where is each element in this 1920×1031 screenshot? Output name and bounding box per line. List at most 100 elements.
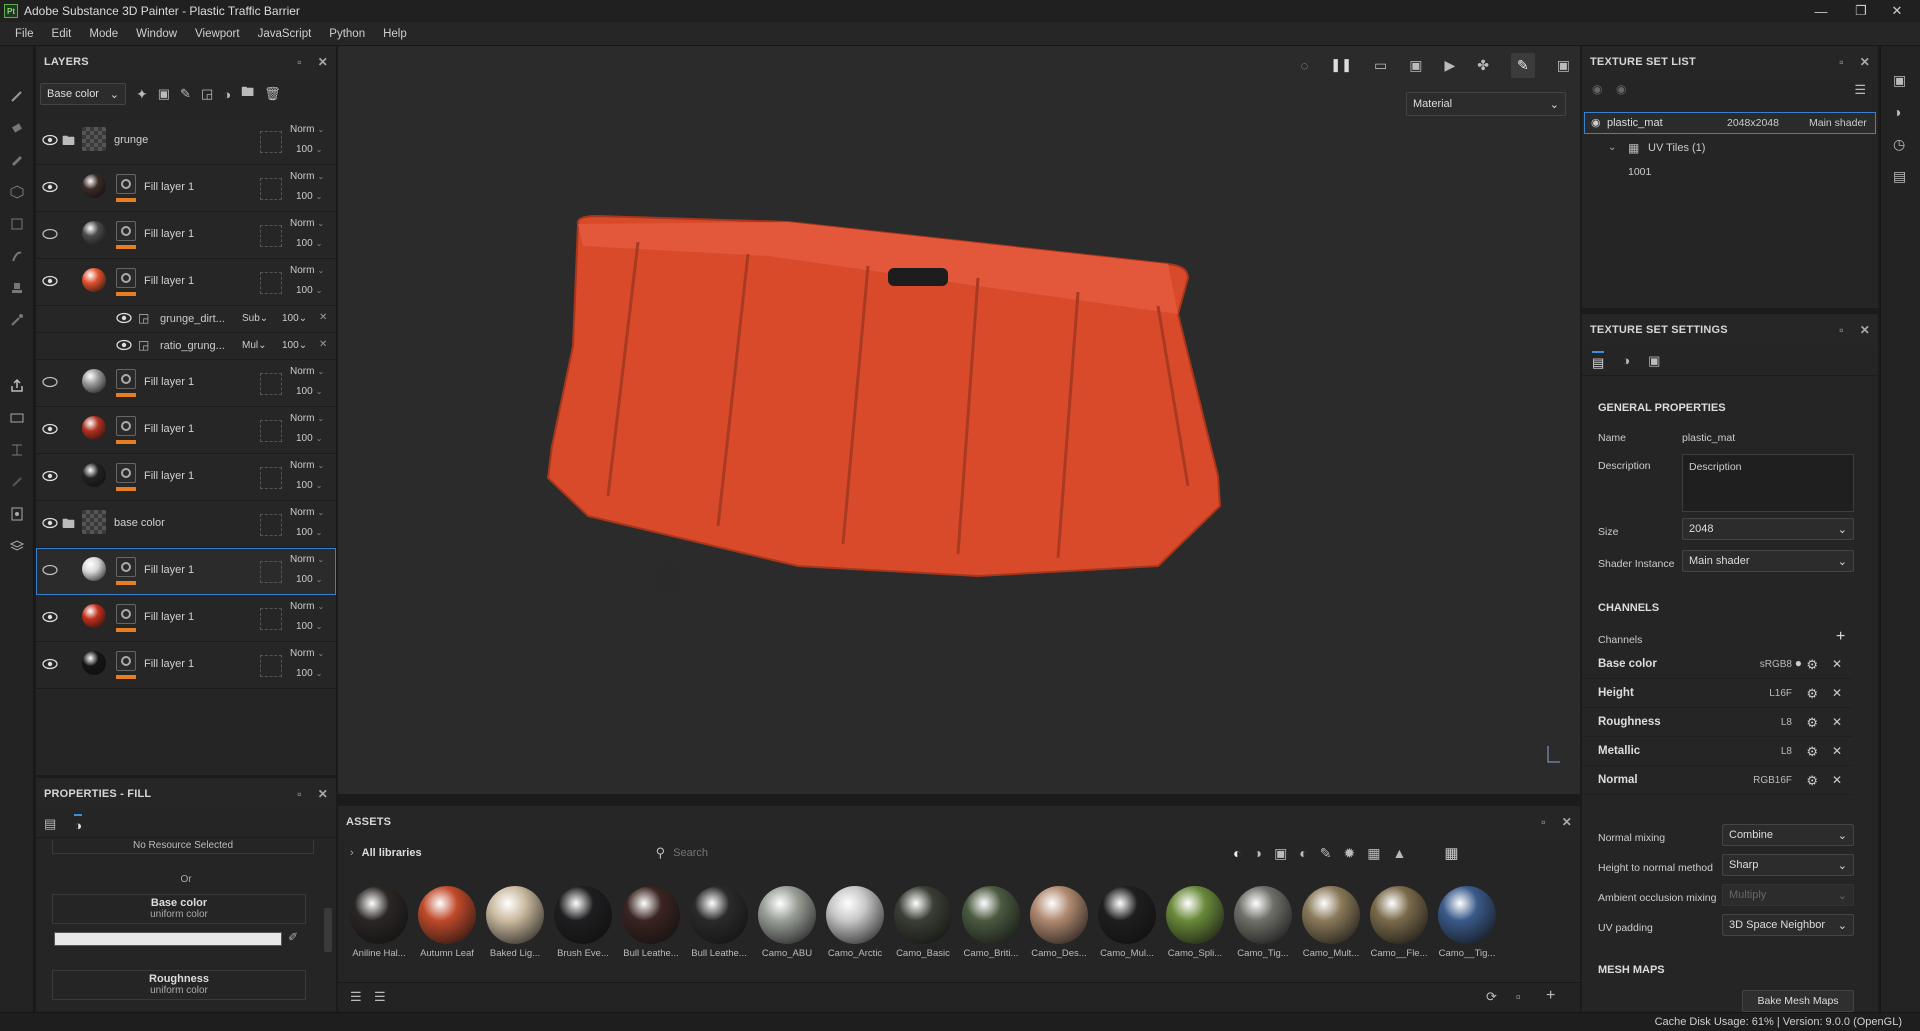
filter-material-icon[interactable]: ◐ <box>1233 845 1241 861</box>
remove-channel-icon[interactable]: ✕ <box>1832 744 1842 758</box>
collapse-icon[interactable]: ☰ <box>350 989 362 1005</box>
eye-icon[interactable] <box>42 517 58 532</box>
normal-mixing-select[interactable]: Combine ⌄ <box>1722 824 1854 846</box>
gear-icon[interactable]: ⚙ <box>1806 657 1818 673</box>
menu-icon[interactable]: ☰ <box>1854 82 1866 98</box>
material-thumbnail[interactable]: Camo_Tig... <box>1234 886 1292 959</box>
fill-mask-icon[interactable] <box>116 651 136 671</box>
menu-viewport[interactable]: Viewport <box>186 28 249 40</box>
filter-particle-icon[interactable]: ✹ <box>1344 845 1356 862</box>
channel-format[interactable]: RGB16F <box>1753 775 1792 786</box>
shader-settings-icon[interactable] <box>7 536 27 556</box>
add-effect-icon[interactable]: ✦ <box>136 86 148 103</box>
library-selector[interactable]: All libraries <box>362 847 422 859</box>
settings-tab-icon[interactable]: ▤ <box>1592 350 1605 371</box>
remove-effect-icon[interactable]: ✕ <box>319 339 327 350</box>
layer-mask-slot[interactable] <box>260 373 282 395</box>
layer-row[interactable]: Fill layer 1 Norm ⌄ 100 ⌄ <box>36 212 336 259</box>
chevron-down-icon[interactable]: ⌄ <box>1608 142 1616 153</box>
material-thumbnail[interactable]: Bull Leathe... <box>690 886 748 959</box>
layer-mask-slot[interactable] <box>260 608 282 630</box>
eraser-icon[interactable] <box>7 118 27 138</box>
texture-set-icon[interactable]: ▣ <box>1893 72 1906 89</box>
eye-icon[interactable] <box>116 312 132 327</box>
material-thumbnail[interactable]: Aniline Hal... <box>350 886 408 959</box>
opacity-value[interactable]: 100 ⌄ <box>296 386 322 397</box>
close-window-icon[interactable]: ✕ <box>1882 0 1912 22</box>
channel-row[interactable]: Metallic L8 ⚙ ✕ <box>1582 737 1852 766</box>
layer-row[interactable]: Fill layer 1 Norm ⌄ 100 ⌄ <box>36 642 336 689</box>
close-panel-icon[interactable]: ✕ <box>318 787 328 801</box>
eyedropper-icon[interactable]: ✐ <box>288 930 298 944</box>
fill-mask-icon[interactable] <box>116 174 136 194</box>
layer-mask-slot[interactable] <box>260 655 282 677</box>
remove-channel-icon[interactable]: ✕ <box>1832 715 1842 729</box>
filter-environment-icon[interactable]: ▲ <box>1392 845 1406 861</box>
delete-layer-icon[interactable]: 🗑 <box>264 86 281 102</box>
assets-search-input[interactable] <box>673 842 1230 864</box>
material-thumbnail[interactable]: Baked Lig... <box>486 886 544 959</box>
material-thumbnail[interactable]: Bull Leathe... <box>622 886 680 959</box>
measure-icon[interactable] <box>7 440 27 460</box>
polygon-fill-icon[interactable] <box>7 214 27 234</box>
effect-opacity[interactable]: 100⌄ <box>282 313 307 324</box>
menu-python[interactable]: Python <box>320 28 374 40</box>
layer-folder[interactable]: 🖿 grunge Norm ⌄ 100 ⌄ <box>36 118 336 165</box>
eye-icon[interactable]: ◉ <box>1591 116 1601 129</box>
shader-instance-select[interactable]: Main shader ⌄ <box>1682 550 1854 572</box>
material-thumbnail[interactable]: Camo_Basic <box>894 886 952 959</box>
material-thumbnail[interactable]: Brush Eve... <box>554 886 612 959</box>
uv-padding-select[interactable]: 3D Space Neighbor ⌄ <box>1722 914 1854 936</box>
eye-icon[interactable] <box>42 423 58 438</box>
base-color-swatch[interactable] <box>54 932 282 946</box>
remove-channel-icon[interactable]: ✕ <box>1832 657 1842 671</box>
material-thumbnail[interactable]: Autumn Leaf <box>418 886 476 959</box>
blend-mode-select[interactable]: Norm ⌄ <box>290 413 324 424</box>
add-paint-layer-icon[interactable]: ✎ <box>180 86 191 102</box>
add-fill-layer-icon[interactable]: ◲ <box>201 86 213 102</box>
fill-mask-icon[interactable] <box>116 463 136 483</box>
blend-mode-select[interactable]: Norm ⌄ <box>290 601 324 612</box>
material-thumbnail[interactable]: Camo__Tig... <box>1438 886 1496 959</box>
menu-javascript[interactable]: JavaScript <box>249 28 321 40</box>
settings-scrollbar[interactable] <box>1870 318 1876 1008</box>
layer-mask-slot[interactable] <box>260 514 282 536</box>
blend-mode-select[interactable]: Norm ⌄ <box>290 554 324 565</box>
list-icon[interactable]: ☰ <box>374 989 386 1005</box>
undock-icon[interactable]: ▫ <box>297 55 301 69</box>
eye-icon[interactable] <box>42 376 58 391</box>
remove-effect-icon[interactable]: ✕ <box>319 312 327 323</box>
blend-mode-select[interactable]: Norm ⌄ <box>290 366 324 377</box>
menu-window[interactable]: Window <box>127 28 186 40</box>
eye-icon[interactable] <box>42 275 58 290</box>
layer-mask-slot[interactable] <box>260 178 282 200</box>
channel-format[interactable]: L16F <box>1769 688 1792 699</box>
add-channel-icon[interactable]: + <box>1836 628 1845 646</box>
opacity-value[interactable]: 100 ⌄ <box>296 144 322 155</box>
effect-row[interactable]: ◲ grunge_dirt... Sub⌄ 100⌄ ✕ <box>36 306 336 333</box>
layer-mask-slot[interactable] <box>260 561 282 583</box>
material-thumbnail[interactable]: Camo_Mult... <box>1302 886 1360 959</box>
close-panel-icon[interactable]: ✕ <box>1860 55 1870 69</box>
material-thumbnail[interactable]: Camo_Briti... <box>962 886 1020 959</box>
menu-help[interactable]: Help <box>374 28 416 40</box>
menu-file[interactable]: File <box>6 28 43 40</box>
add-smart-material-icon[interactable]: ◑ <box>223 87 231 102</box>
bake-mesh-maps-button[interactable]: Bake Mesh Maps <box>1742 990 1854 1012</box>
opacity-value[interactable]: 100 ⌄ <box>296 433 322 444</box>
undock-icon[interactable]: ▫ <box>1839 323 1843 337</box>
layer-row[interactable]: Fill layer 1 Norm ⌄ 100 ⌄ <box>36 165 336 212</box>
export-icon[interactable] <box>7 376 27 396</box>
paint-brush-icon[interactable] <box>7 86 27 106</box>
show-all-icon[interactable]: ◉ <box>1616 82 1626 96</box>
history-icon[interactable]: ◷ <box>1893 136 1905 153</box>
filter-filter-icon[interactable]: ◐ <box>1299 845 1307 861</box>
name-value[interactable]: plastic_mat <box>1682 432 1735 444</box>
undock-icon[interactable]: ▫ <box>1541 815 1545 829</box>
opacity-value[interactable]: 100 ⌄ <box>296 238 322 249</box>
base-color-section[interactable]: Base color uniform color <box>52 894 306 924</box>
layer-row[interactable]: Fill layer 1 Norm ⌄ 100 ⌄ <box>36 595 336 642</box>
add-asset-icon[interactable]: + <box>1546 987 1555 1005</box>
geometry-mask-icon[interactable] <box>7 182 27 202</box>
new-window-icon[interactable]: ▫ <box>1516 989 1521 1004</box>
